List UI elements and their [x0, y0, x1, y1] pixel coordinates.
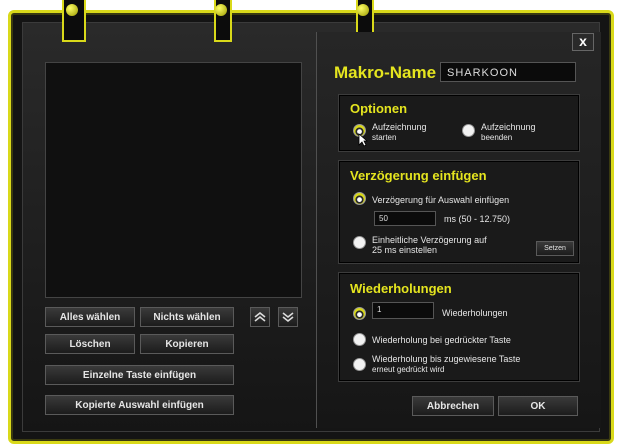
record-end-label: Aufzeichnung beenden: [481, 122, 536, 142]
mouse-cursor-icon: [358, 133, 368, 147]
select-all-button[interactable]: Alles wählen: [45, 307, 135, 327]
delay-ms-range: ms (50 - 12.750): [444, 214, 511, 224]
repeat-hold-label: Wiederholung bei gedrückter Taste: [372, 335, 511, 345]
insert-single-key-button[interactable]: Einzelne Taste einfügen: [45, 365, 234, 385]
delay-selection-label: Verzögerung für Auswahl einfügen: [372, 195, 510, 205]
setzen-button[interactable]: Setzen: [536, 241, 574, 256]
double-chevron-up-icon: [254, 311, 266, 322]
repeat-count-radio[interactable]: [353, 307, 366, 320]
select-none-button[interactable]: Nichts wählen: [140, 307, 234, 327]
verzoegerung-title: Verzögerung einfügen: [350, 168, 487, 183]
record-end-radio[interactable]: [462, 124, 475, 137]
macro-list[interactable]: [45, 62, 302, 298]
move-up-button[interactable]: [250, 307, 270, 327]
copy-button[interactable]: Kopieren: [140, 334, 234, 354]
close-button[interactable]: x: [572, 33, 594, 51]
frame-tab-ball-right: [357, 4, 369, 16]
frame-tab-ball-left: [66, 4, 78, 16]
wiederholungen-title: Wiederholungen: [350, 281, 452, 296]
repeat-hold-radio[interactable]: [353, 333, 366, 346]
delay-uniform-label: Einheitliche Verzögerung auf 25 ms einste…: [372, 235, 487, 255]
repeat-count-label: Wiederholungen: [442, 308, 508, 318]
optionen-title: Optionen: [350, 101, 408, 116]
delay-ms-input[interactable]: 50: [374, 211, 436, 226]
record-start-label: Aufzeichnung starten: [372, 122, 427, 142]
macro-name-input[interactable]: SHARKOON: [440, 62, 576, 82]
move-down-button[interactable]: [278, 307, 298, 327]
repeat-count-input[interactable]: 1: [372, 302, 434, 319]
repeat-until-radio[interactable]: [353, 358, 366, 371]
delete-button[interactable]: Löschen: [45, 334, 135, 354]
macro-name-label: Makro-Name: [334, 63, 437, 82]
repeat-until-label: Wiederholung bis zugewiesene Taste erneut…: [372, 354, 521, 374]
delay-selection-radio[interactable]: [353, 192, 366, 205]
ok-button[interactable]: OK: [498, 396, 578, 416]
cancel-button[interactable]: Abbrechen: [412, 396, 494, 416]
frame-tab-ball-middle: [215, 4, 227, 16]
delay-uniform-radio[interactable]: [353, 236, 366, 249]
insert-copied-selection-button[interactable]: Kopierte Auswahl einfügen: [45, 395, 234, 415]
double-chevron-down-icon: [282, 312, 294, 323]
